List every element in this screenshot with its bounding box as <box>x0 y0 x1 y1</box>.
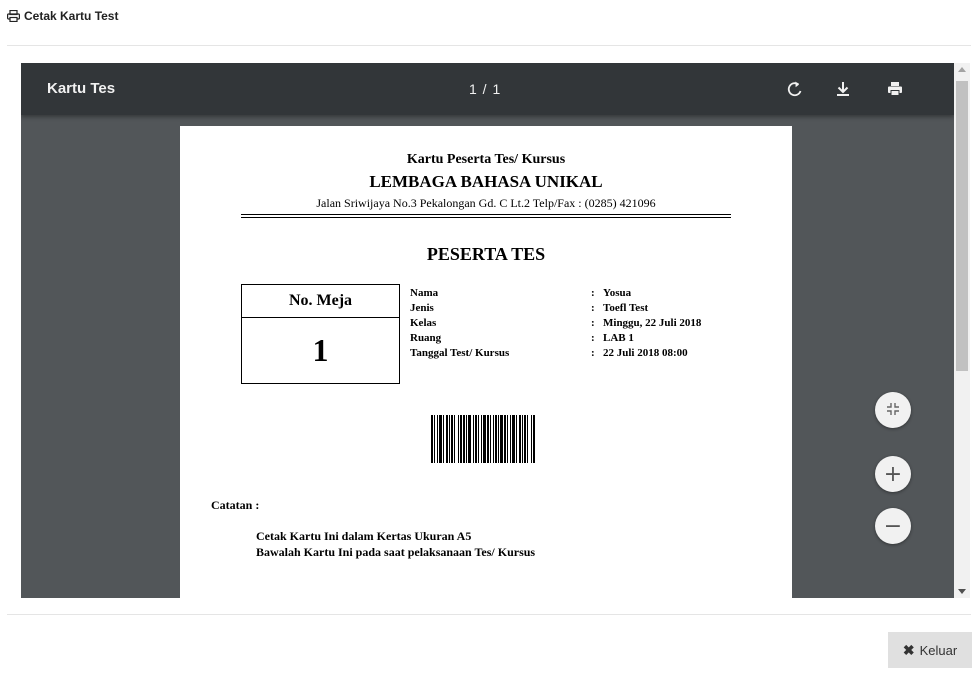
section-title: PESERTA TES <box>426 244 546 264</box>
fit-page-icon <box>885 396 901 424</box>
info-key: Tanggal Test/ Kursus <box>410 347 510 359</box>
pdf-page: Kartu Peserta Tes/ Kursus LEMBAGA BAHASA… <box>180 126 792 598</box>
info-colon: : <box>591 317 595 329</box>
close-button-label: Keluar <box>919 642 958 658</box>
zoom-out-button[interactable]: − <box>875 508 911 544</box>
info-colon: : <box>591 347 595 359</box>
rotate-icon[interactable] <box>785 79 805 99</box>
info-row: Jenis : Toefl Test <box>410 301 701 316</box>
barcode-bar <box>533 415 535 463</box>
info-colon: : <box>591 332 595 344</box>
header-rule <box>241 217 731 218</box>
info-key: Nama <box>410 287 439 299</box>
info-value: 22 Juli 2018 08:00 <box>603 347 688 359</box>
pdf-viewer[interactable]: Kartu Tes 1 / 1 Kartu Peserta Tes/ Kursu… <box>21 63 954 598</box>
minus-icon: − <box>883 513 903 539</box>
info-row: Nama : Yosua <box>410 286 701 301</box>
participant-info: Nama : Yosua Jenis : Toefl Test Kelas : … <box>410 286 701 361</box>
modal-title-text: Cetak Kartu Test <box>24 9 119 23</box>
modal-title: Cetak Kartu Test <box>7 9 118 23</box>
table-number-box: No. Meja 1 <box>241 284 400 384</box>
notes-label: Catatan : <box>211 498 260 512</box>
info-row: Tanggal Test/ Kursus : 22 Juli 2018 08:0… <box>410 346 701 361</box>
print-icon <box>7 10 20 22</box>
page-indicator: 1 / 1 <box>469 81 502 97</box>
notes-line: Bawalah Kartu Ini pada saat pelaksanaan … <box>256 545 536 559</box>
notes-line: Cetak Kartu Ini dalam Kertas Ukuran A5 <box>256 529 472 543</box>
info-colon: : <box>591 302 595 314</box>
plus-icon: + <box>883 461 903 487</box>
table-number-label: No. Meja <box>242 285 399 318</box>
info-value: Minggu, 22 Juli 2018 <box>603 317 702 329</box>
zoom-in-button[interactable]: + <box>875 456 911 492</box>
scrollbar-thumb[interactable] <box>956 81 968 371</box>
info-key: Kelas <box>410 317 437 329</box>
info-value: Yosua <box>603 287 632 299</box>
barcode <box>431 415 539 463</box>
scrollbar[interactable] <box>954 63 970 598</box>
info-value: Toefl Test <box>603 302 649 314</box>
institution-address: Jalan Sriwijaya No.3 Pekalongan Gd. C Lt… <box>316 196 656 210</box>
info-row: Kelas : Minggu, 22 Juli 2018 <box>410 316 701 331</box>
close-icon: ✖ <box>902 641 915 658</box>
info-row: Ruang : LAB 1 <box>410 331 701 346</box>
pdf-toolbar: Kartu Tes 1 / 1 <box>21 63 954 115</box>
scroll-up-icon[interactable] <box>958 67 966 72</box>
card-heading: Kartu Peserta Tes/ Kursus <box>406 152 566 167</box>
info-value: LAB 1 <box>603 332 634 344</box>
fit-page-button[interactable] <box>875 392 911 428</box>
info-key: Ruang <box>410 332 442 344</box>
info-colon: : <box>591 287 595 299</box>
pdf-document-title: Kartu Tes <box>47 80 116 97</box>
download-icon[interactable] <box>833 79 853 99</box>
institution-name: LEMBAGA BAHASA UNIKAL <box>369 172 603 191</box>
close-button[interactable]: ✖ Keluar <box>888 632 972 668</box>
header-rule <box>241 214 731 215</box>
table-number-value: 1 <box>312 332 329 368</box>
header-divider <box>7 45 971 46</box>
scroll-down-icon[interactable] <box>958 589 966 594</box>
print-icon[interactable] <box>885 79 905 99</box>
footer-divider <box>7 614 971 615</box>
info-key: Jenis <box>410 302 434 314</box>
